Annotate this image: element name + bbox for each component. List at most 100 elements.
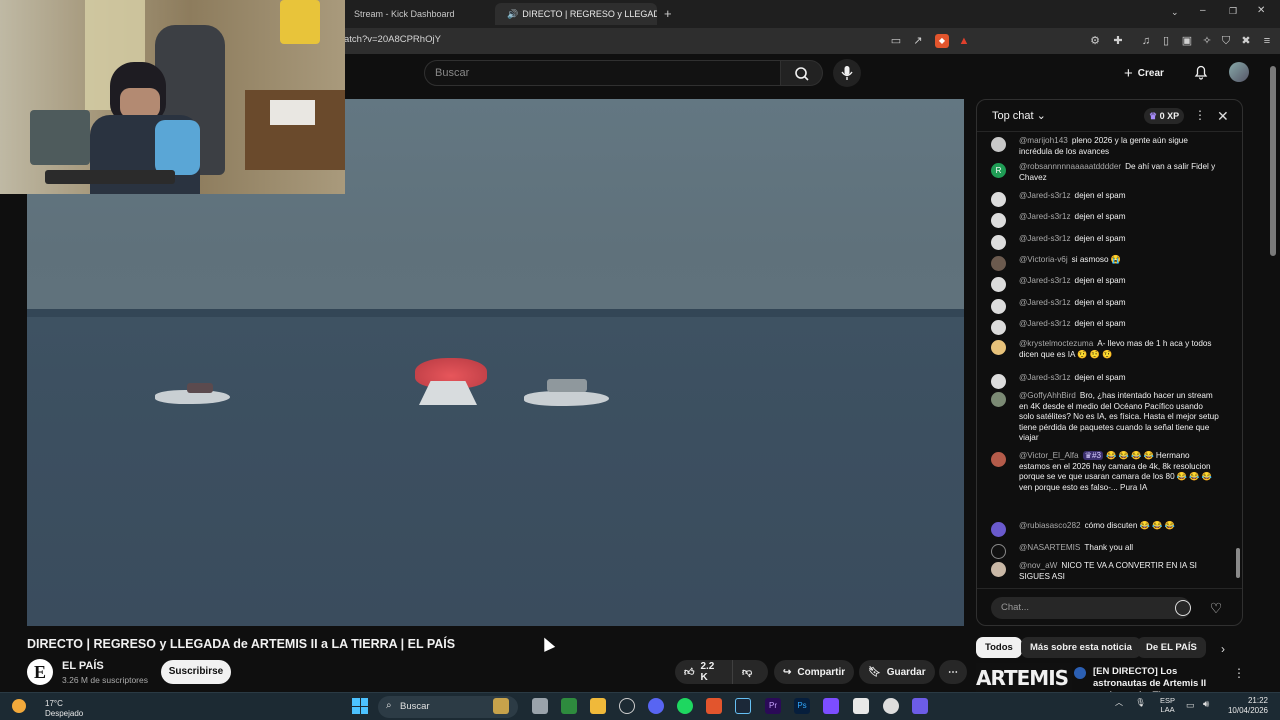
leo-icon[interactable]: ✧ — [1200, 34, 1214, 48]
chip-el-pais[interactable]: De EL PAÍS — [1137, 637, 1206, 658]
plus-icon: + — [1124, 64, 1133, 82]
notifications-button[interactable] — [1192, 63, 1210, 81]
chat-scrollbar[interactable] — [1235, 136, 1240, 584]
more-vertical-icon[interactable]: ⋮ — [1233, 666, 1245, 680]
tab-search-icon[interactable]: ⌄ — [1171, 7, 1179, 18]
capcut-icon[interactable] — [853, 698, 869, 714]
settings-app-icon[interactable] — [619, 698, 635, 714]
chevron-right-icon[interactable]: › — [1221, 642, 1225, 656]
more-actions-button[interactable]: ⋯ — [939, 660, 967, 684]
related-channel-avatar[interactable] — [1074, 667, 1086, 679]
chat-author[interactable]: @Jared-s3r1z — [1019, 234, 1071, 243]
search-input[interactable]: Buscar — [424, 60, 781, 86]
share-button[interactable]: ↪ Compartir — [774, 660, 855, 684]
chat-mode-dropdown[interactable]: Top chat ⌄ — [992, 109, 1046, 122]
emoji-icon[interactable] — [1175, 600, 1191, 616]
url-field[interactable]: atch?v=20A8CPRhOjY — [344, 34, 441, 45]
clock-time: 21:22 — [1247, 696, 1268, 705]
xp-badge[interactable]: ♛ 0 XP — [1144, 108, 1185, 124]
chip-more-news[interactable]: Más sobre esta noticia — [1021, 637, 1141, 658]
brave-rewards-icon[interactable]: ▲ — [957, 34, 971, 48]
discord-icon[interactable] — [648, 698, 664, 714]
chat-author[interactable]: @Jared-s3r1z — [1019, 298, 1071, 307]
wallet-icon[interactable]: ▣ — [1180, 34, 1194, 48]
sidebar-icon[interactable]: ▯ — [1159, 34, 1173, 48]
photoshop-icon[interactable]: Ps — [794, 698, 810, 714]
subscribe-button[interactable]: Suscribirse — [161, 660, 231, 684]
obs-icon[interactable] — [883, 698, 899, 714]
close-window-button[interactable]: ✕ — [1257, 5, 1265, 16]
windows-taskbar: 17°C Despejado ⌕ Buscar Pr Ps ︿ 🎙︎ ESP L… — [0, 692, 1280, 720]
twitch-studio-icon[interactable] — [823, 698, 839, 714]
chat-header: Top chat ⌄ ♛ 0 XP ⋮ ✕ — [977, 100, 1242, 132]
task-view-icon[interactable] — [532, 698, 548, 714]
chat-avatar — [991, 192, 1006, 207]
like-button[interactable]: 👍︎ 2.2 K — [675, 660, 732, 684]
nvidia-icon[interactable] — [561, 698, 577, 714]
install-app-icon[interactable]: ▭ — [889, 34, 903, 48]
webcam-keyboard — [45, 170, 175, 184]
spotify-icon[interactable] — [677, 698, 693, 714]
streaming-app-icon[interactable] — [912, 698, 928, 714]
keyboard-layout: LAA — [1160, 705, 1175, 714]
maximize-button[interactable]: ❐ — [1229, 6, 1237, 17]
voice-search-button[interactable] — [833, 59, 861, 87]
menu-icon[interactable]: ≡ — [1260, 34, 1274, 48]
chat-more-icon[interactable]: ⋮ — [1194, 108, 1206, 122]
puzzle-icon[interactable]: ✚ — [1111, 34, 1125, 48]
thumbs-down-icon: 👎︎ — [742, 667, 753, 678]
chat-input[interactable]: Chat... — [991, 597, 1191, 619]
related-video-thumbnail[interactable]: ARTEMIS II — [976, 663, 1072, 693]
chat-author[interactable]: @robsannnnnaaaaatdddder — [1019, 162, 1121, 171]
chat-author[interactable]: @Victor_El_Alfa — [1019, 451, 1079, 460]
tab-youtube-video[interactable]: 🔊 DIRECTO | REGRESO y LLEGAD ✕ — [495, 3, 657, 25]
chat-author[interactable]: @Jared-s3r1z — [1019, 373, 1071, 382]
chat-author[interactable]: @nov_aW — [1019, 561, 1057, 570]
chat-scrollbar-thumb[interactable] — [1236, 548, 1240, 578]
chat-author[interactable]: @krystelmoctezuma — [1019, 339, 1093, 348]
search-button[interactable] — [781, 60, 823, 86]
tools-icon[interactable]: ✖ — [1239, 34, 1253, 48]
extension-icon[interactable]: ⚙ — [1088, 34, 1102, 48]
chip-all[interactable]: Todos — [976, 637, 1022, 658]
start-windows-icon[interactable] — [352, 698, 368, 714]
chat-author[interactable]: @marijoh143 — [1019, 136, 1068, 145]
save-button[interactable]: 🔖︎ Guardar — [859, 660, 935, 684]
taskbar-clock[interactable]: 21:22 10/04/2026 — [1222, 696, 1268, 716]
new-tab-button[interactable]: + — [664, 6, 672, 21]
create-button[interactable]: + Crear — [1124, 62, 1164, 84]
channel-avatar[interactable]: E — [27, 659, 53, 685]
chat-avatar — [991, 320, 1006, 335]
share-page-icon[interactable]: ↗ — [911, 34, 925, 48]
chat-author[interactable]: @Jared-s3r1z — [1019, 319, 1071, 328]
chat-author[interactable]: @Jared-s3r1z — [1019, 276, 1071, 285]
vpn-icon[interactable]: ⛉ — [1219, 34, 1233, 48]
heart-icon[interactable]: ♡ — [1207, 599, 1225, 617]
file-explorer-icon[interactable] — [590, 698, 606, 714]
minimize-button[interactable]: – — [1200, 5, 1206, 16]
tab-kick-dashboard[interactable]: Stream - Kick Dashboard — [346, 3, 492, 25]
close-icon[interactable]: ✕ — [1217, 108, 1229, 125]
chat-avatar — [991, 340, 1006, 355]
chat-author[interactable]: @rubiasasco282 — [1019, 521, 1081, 530]
taskbar-game-icon[interactable] — [493, 698, 509, 714]
system-tray[interactable]: ︿ 🎙︎ — [1115, 697, 1145, 708]
chat-avatar — [991, 374, 1006, 389]
chat-author[interactable]: @NASARTEMIS — [1019, 543, 1080, 552]
chat-author[interactable]: @GoffyAhhBird — [1019, 391, 1076, 400]
chat-author[interactable]: @Victoria-v6j — [1019, 255, 1068, 264]
steam-icon[interactable] — [735, 698, 751, 714]
language-indicator[interactable]: ESP LAA — [1160, 696, 1175, 714]
channel-name[interactable]: EL PAÍS — [62, 660, 104, 672]
chat-author[interactable]: @Jared-s3r1z — [1019, 212, 1071, 221]
chat-author[interactable]: @Jared-s3r1z — [1019, 191, 1071, 200]
brave-shield-icon[interactable]: ◆ — [935, 34, 949, 48]
page-scrollbar[interactable] — [1270, 66, 1276, 256]
media-icon[interactable]: ♫ — [1139, 34, 1153, 48]
account-avatar[interactable] — [1229, 62, 1249, 82]
brave-browser-icon[interactable] — [706, 698, 722, 714]
network-icon[interactable]: ▭ — [1186, 700, 1195, 711]
volume-icon[interactable]: 🔊︎ — [1203, 699, 1209, 710]
dislike-button[interactable]: 👎︎ — [732, 660, 768, 684]
premiere-icon[interactable]: Pr — [765, 698, 781, 714]
